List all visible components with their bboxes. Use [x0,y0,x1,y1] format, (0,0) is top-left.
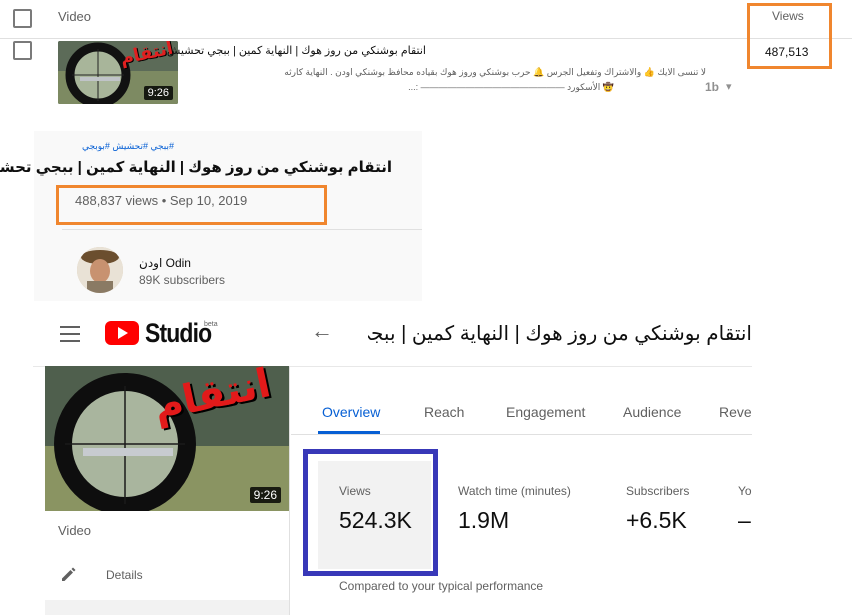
tab-audience[interactable]: Audience [623,404,681,420]
studio-video-title: انتقام بوشنكي من روز هوك | النهاية كمين … [368,323,752,345]
video-duration: 9:26 [143,86,173,100]
tab-revenue[interactable]: Reven [719,404,752,420]
select-all-checkbox[interactable] [13,9,32,28]
pencil-icon[interactable] [59,564,79,584]
comparison-text: Compared to your typical performance [339,579,544,593]
watch-page-panel: #ببجي #تحشيش #بوبجي انتقام بوشنكي من روز… [0,131,422,301]
views-and-date: 488,837 views • Sep 10, 2019 [75,193,248,208]
video-description-line1: لا تنسى الايك 👍 والاشتراك وتفعيل الجرس 🔔… [284,67,706,77]
tab-reach[interactable]: Reach [424,404,464,420]
views-metric-highlight-box [303,449,438,576]
tabs-divider [291,434,752,435]
metric-subscribers-label: Subscribers [626,484,690,498]
watch-video-title: انتقام بوشنكي من روز هوك | النهاية كمين … [0,159,392,176]
video-thumbnail[interactable]: انتقام 9:26 [58,41,178,104]
studio-beta-label: beta [204,321,218,328]
avatar-image [77,247,123,293]
views-highlight-box [747,3,832,69]
row-select-checkbox[interactable] [13,41,32,60]
back-arrow-icon[interactable]: ← [311,318,333,344]
sidebar-video-label: Video [58,523,92,538]
chevron-down-icon[interactable]: ▾ [726,80,732,93]
column-header-video[interactable]: Video [58,9,91,24]
video-description-line2: 🤠 الأسكورد ———————————————— :... [408,82,614,92]
studio-panel: Studio beta ← انتقام بوشنكي من روز هوك |… [33,306,752,615]
video-options-icon[interactable]: 1b [705,80,719,94]
sidebar-item-details[interactable]: Details [106,568,143,582]
video-views-count: 487,513 [765,45,809,59]
channel-avatar[interactable] [77,247,123,293]
video-title[interactable]: انتقام بوشنكي من روز هوك | النهاية كمين … [167,44,426,57]
divider [62,229,422,230]
tab-overview[interactable]: Overview [322,404,380,420]
sidebar-divider [289,366,290,615]
metric-subscribers-value: +6.5K [626,507,687,533]
channel-name[interactable]: اودن Odin [139,256,191,270]
youtube-logo-icon[interactable] [105,321,139,345]
sidebar-item-analytics[interactable] [45,600,289,615]
hamburger-menu-icon[interactable] [60,326,80,347]
video-list-header: Video Views [0,0,852,39]
metric-revenue-label: Yo [738,484,752,498]
studio-logo-text[interactable]: Studio [145,318,212,349]
video-list-panel: Video Views انتقام 9:26 انتقام بوشنكي من… [0,0,852,115]
metric-revenue-value: – [738,507,751,533]
studio-video-thumbnail[interactable]: انتقام 9:26 [45,366,289,511]
tab-engagement[interactable]: Engagement [506,404,585,420]
studio-video-duration: 9:26 [249,487,281,503]
metric-watch-time-label: Watch time (minutes) [458,484,571,498]
subscriber-count: 89K subscribers [139,273,226,287]
video-hashtags[interactable]: #ببجي #تحشيش #بوبجي [82,141,174,152]
metric-watch-time-value: 1.9M [458,507,510,533]
